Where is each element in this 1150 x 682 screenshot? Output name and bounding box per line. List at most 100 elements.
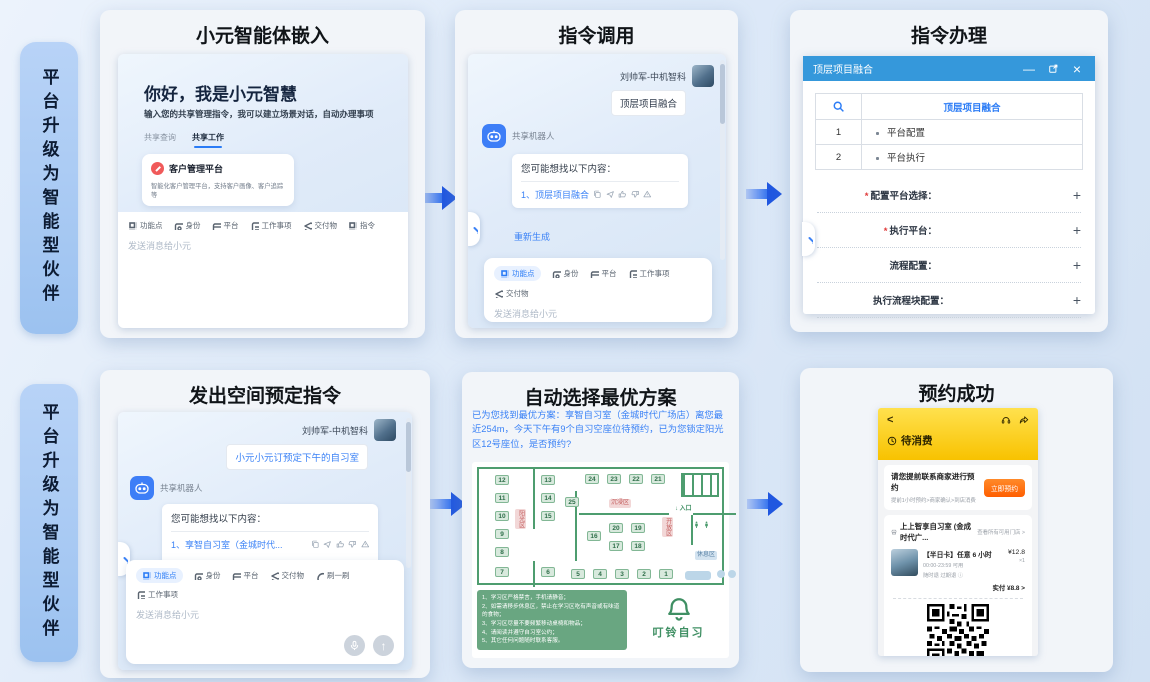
panel-title: 小元智能体嵌入: [100, 10, 425, 48]
share-icon[interactable]: [1019, 415, 1029, 425]
window-icon: [590, 269, 599, 278]
bot-row: 共享机器人: [130, 476, 203, 500]
panel-title: 预约成功: [800, 368, 1113, 406]
seat: 4: [593, 569, 607, 579]
toolbar-item-function[interactable]: 功能点: [128, 220, 163, 231]
phone-header: < 待消费: [878, 408, 1038, 460]
user-name: 刘帅军-中机智科: [620, 70, 686, 83]
thumbs-down-icon[interactable]: [348, 540, 357, 549]
grid-icon: [500, 269, 509, 278]
pen-icon: [151, 162, 164, 175]
report-icon[interactable]: [643, 190, 652, 199]
seat: 25: [565, 497, 579, 507]
toolbar-item-tasks[interactable]: 工作事项: [628, 268, 670, 279]
seat: 5: [571, 569, 585, 579]
report-icon[interactable]: [361, 540, 370, 549]
window-icon: [212, 221, 221, 230]
expand-icon[interactable]: [1045, 61, 1061, 77]
drawer-chevron[interactable]: [802, 222, 815, 256]
flow-arrow: [430, 492, 466, 516]
send-icon[interactable]: [323, 540, 332, 549]
round-table: [717, 570, 725, 578]
composer-toolbar: 功能点 身份 平台 工作事项 交付物 指令: [128, 220, 398, 231]
regenerate-link[interactable]: 重新生成: [514, 230, 550, 243]
composer-card: 功能点 身份 平台 工作事项 交付物: [484, 258, 712, 322]
modal-header: 顶层项目融合 — ×: [803, 56, 1095, 81]
chat-screen: 刘帅军-中机智科 顶层项目融合 共享机器人 您可能想找以下内容： 1、顶层项目融…: [468, 54, 726, 328]
layers-icon: [494, 289, 503, 298]
mic-button[interactable]: [344, 635, 365, 656]
seat: 14: [541, 493, 555, 503]
back-icon[interactable]: <: [887, 414, 893, 426]
greeting-text: 你好，我是小元智慧: [144, 80, 297, 105]
search-icon[interactable]: [816, 94, 862, 119]
user-avatar: [374, 419, 396, 441]
toolbar-item-tasks[interactable]: 工作事项: [136, 589, 178, 600]
book-now-button[interactable]: 立即预约: [984, 479, 1025, 497]
copy-icon[interactable]: [311, 540, 320, 549]
add-icon[interactable]: +: [1073, 187, 1081, 203]
toolbar-item-scan[interactable]: 刷一刷: [315, 570, 350, 581]
product-time: 00:00-23:59 可用: [923, 561, 1003, 569]
toolbar-item-function[interactable]: 功能点: [494, 266, 541, 281]
share-tabs: 共享查询 共享工作: [144, 132, 224, 143]
seat: 9: [495, 529, 509, 539]
message-input[interactable]: [494, 309, 692, 319]
copy-icon[interactable]: [593, 190, 602, 199]
paid-amount-link[interactable]: 实付 ¥8.8 >: [891, 583, 1025, 592]
user-name: 刘帅军-中机智科: [302, 424, 368, 437]
message-input[interactable]: [128, 241, 385, 251]
store-list-link[interactable]: 查看所有可用门店 >: [977, 528, 1025, 536]
toolbar-item-identity[interactable]: 身份: [174, 220, 201, 231]
toolbar-item-command[interactable]: 指令: [348, 220, 375, 231]
toolbar-item-platform[interactable]: 平台: [590, 268, 617, 279]
table-row[interactable]: 1 平台配置: [816, 119, 1082, 144]
minimize-icon[interactable]: —: [1021, 61, 1037, 77]
close-icon[interactable]: ×: [1069, 61, 1085, 77]
toolbar-item-tasks[interactable]: 工作事项: [250, 220, 292, 231]
crm-platform-card[interactable]: 客户管理平台 智能化客户管理平台，支持客户画像、客户追踪等: [142, 154, 294, 206]
panel-title: 指令调用: [455, 10, 738, 48]
notice-subtitle: 提前1小时预约>商家确认>到店消费: [891, 496, 980, 504]
panel-command-invoke: 指令调用 刘帅军-中机智科 顶层项目融合 共享机器人 您可能想找以下内容： 1、…: [455, 10, 738, 338]
tab-share-work[interactable]: 共享工作: [192, 132, 224, 143]
table-row[interactable]: 2 平台执行: [816, 144, 1082, 169]
drawer-chevron[interactable]: [468, 212, 480, 246]
toolbar-item-identity[interactable]: 身份: [194, 570, 221, 581]
seat: 21: [651, 474, 665, 484]
thumbs-up-icon[interactable]: [618, 190, 627, 199]
robot-avatar-icon: [482, 124, 506, 148]
add-icon[interactable]: +: [1073, 292, 1081, 308]
toolbar-item-function[interactable]: 功能点: [136, 568, 183, 583]
toolbar-item-identity[interactable]: 身份: [552, 268, 579, 279]
result-link[interactable]: 1、顶层项目融合: [521, 188, 589, 201]
seat: 2: [637, 569, 651, 579]
toolbar-item-deliverable[interactable]: 交付物: [494, 288, 529, 299]
seat: 24: [585, 474, 599, 484]
scrollbar[interactable]: [720, 60, 725, 260]
seat: 10: [495, 511, 509, 521]
tab-share-query[interactable]: 共享查询: [144, 132, 176, 143]
phone-screen: < 待消费 请您提前联系商家进行预约 提前1小时预约>商家确认>到店消费 立即预…: [878, 408, 1038, 656]
thumbs-down-icon[interactable]: [631, 190, 640, 199]
service-icon[interactable]: [1001, 415, 1011, 425]
toolbar-item-deliverable[interactable]: 交付物: [303, 220, 338, 231]
bot-intro-text: 您可能想找以下内容：: [171, 511, 369, 525]
toolbar-item-platform[interactable]: 平台: [212, 220, 239, 231]
zone-sun: 阳光区: [515, 509, 526, 529]
send-icon[interactable]: [606, 190, 615, 199]
send-button[interactable]: ↑: [373, 635, 394, 656]
seat: 22: [629, 474, 643, 484]
toolbar-item-deliverable[interactable]: 交付物: [270, 570, 305, 581]
scrollbar[interactable]: [406, 418, 411, 568]
seat: 19: [631, 523, 645, 533]
add-icon[interactable]: +: [1073, 257, 1081, 273]
thumbs-up-icon[interactable]: [336, 540, 345, 549]
result-link[interactable]: 1、享智自习室（金城时代...: [171, 538, 283, 551]
plan-message: 已为您找到最优方案：享智自习室（金城时代广场店）离您最近254m，今天下午有9个…: [472, 408, 730, 451]
message-input[interactable]: [136, 610, 381, 620]
add-icon[interactable]: +: [1073, 222, 1081, 238]
bell-icon: [666, 596, 692, 622]
field-config-platform: *配置平台选择： +: [817, 178, 1081, 213]
toolbar-item-platform[interactable]: 平台: [232, 570, 259, 581]
